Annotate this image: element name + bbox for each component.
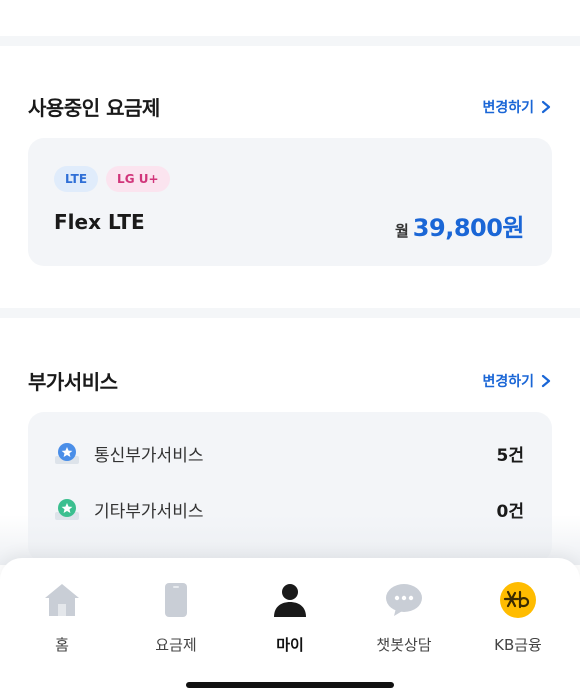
section-divider: [0, 308, 580, 318]
bottom-tab-bar: 홈 요금제 마이 챗봇상담 KB금융: [0, 558, 580, 700]
tab-label: 마이: [276, 636, 304, 654]
current-plan-card[interactable]: LTE LG U+ Flex LTE 월 39,800원: [28, 138, 552, 266]
price-prefix: 월: [394, 222, 409, 240]
tab-plan[interactable]: 요금제: [118, 580, 234, 660]
kb-logo-icon: [500, 582, 536, 618]
tab-label: 요금제: [155, 636, 197, 654]
chat-bubble-icon: [386, 584, 422, 616]
chevron-right-icon: [541, 100, 551, 113]
home-indicator[interactable]: [186, 682, 394, 688]
plan-change-link[interactable]: 변경하기: [482, 97, 552, 117]
network-badge: LTE: [54, 166, 99, 192]
addon-section-header: 부가서비스 변경하기: [28, 366, 552, 395]
price-value: 39,800원: [412, 214, 525, 242]
phone-icon: [165, 583, 187, 617]
addon-item-count: 5건: [496, 445, 524, 466]
tab-label: KB금융: [494, 636, 542, 654]
plan-change-label: 변경하기: [482, 99, 534, 116]
addon-change-link[interactable]: 변경하기: [482, 371, 552, 391]
plan-name: Flex LTE: [54, 210, 145, 234]
plan-badges: LTE LG U+: [54, 166, 170, 192]
addon-change-label: 변경하기: [482, 373, 534, 390]
list-item[interactable]: 통신부가서비스 5건: [54, 438, 524, 468]
plan-section-header: 사용중인 요금제 변경하기: [28, 92, 552, 121]
plan-price: 월 39,800원: [394, 208, 525, 243]
home-icon: [45, 584, 79, 616]
tab-my[interactable]: 마이: [232, 580, 348, 660]
tab-label: 챗봇상담: [376, 636, 432, 654]
person-icon: [274, 584, 306, 617]
plan-section-title: 사용중인 요금제: [28, 96, 160, 120]
tab-chatbot[interactable]: 챗봇상담: [346, 580, 462, 660]
tab-home[interactable]: 홈: [4, 580, 120, 660]
addon-item-label: 통신부가서비스: [94, 445, 204, 466]
carrier-badge: LG U+: [106, 166, 170, 192]
tab-kb-finance[interactable]: KB금융: [460, 580, 576, 660]
telecom-addon-icon: [55, 443, 79, 464]
addon-section-title: 부가서비스: [28, 370, 118, 394]
section-divider: [0, 36, 580, 46]
chevron-right-icon: [541, 374, 551, 387]
tab-label: 홈: [55, 636, 69, 654]
my-page-screen: 사용중인 요금제 변경하기 LTE LG U+ Flex LTE 월 39,80…: [0, 0, 580, 700]
